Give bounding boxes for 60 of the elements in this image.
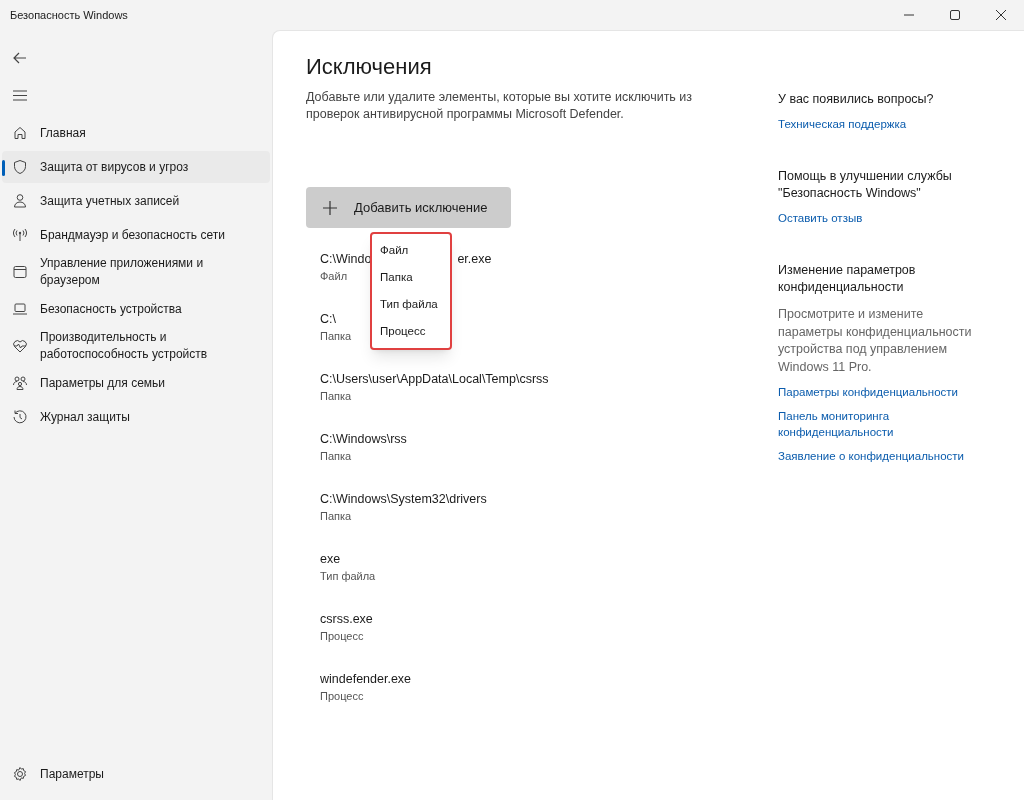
link[interactable]: Техническая поддержка <box>778 116 907 132</box>
exclusion-path: er.exe <box>457 251 492 268</box>
sidebar-item[interactable]: Управление приложениями и браузером <box>2 253 270 291</box>
settings-item[interactable]: Параметры <box>2 756 270 792</box>
exclusion-path: C:\ <box>320 311 336 328</box>
exclusion-type: Тип файла <box>320 569 376 584</box>
sidebar-item[interactable]: Защита от вирусов и угроз <box>2 151 270 183</box>
plus-icon <box>323 200 337 215</box>
link[interactable]: Параметры конфиденциальности <box>778 384 959 400</box>
exclusion-type: Папка <box>320 329 352 344</box>
exclusion-path: csrss.exe <box>320 611 373 628</box>
link[interactable]: Заявление о конфиденциальности <box>778 448 965 464</box>
exclusion-type: Процесс <box>320 629 364 644</box>
person-icon <box>12 193 28 209</box>
menu-item[interactable]: Тип файла <box>372 291 450 318</box>
heart-pulse-icon <box>12 338 28 354</box>
page-description: Добавьте или удалите элементы, которые вы хотите исключить из проверок антивирусной программы Microsoft Defender. <box>306 89 694 123</box>
section-heading: У вас появились вопросы? <box>778 91 935 108</box>
menu-item[interactable]: Файл <box>372 237 450 264</box>
window-icon <box>12 264 28 280</box>
maximize-icon <box>950 10 960 20</box>
exclusion-path: C:\Users\user\AppData\Local\Temp\csrss <box>320 371 549 388</box>
menu-item[interactable]: Процесс <box>372 318 450 345</box>
menu-item[interactable]: Папка <box>372 264 450 291</box>
shield-icon <box>12 159 28 175</box>
sidebar-item[interactable]: Безопасность устройства <box>2 293 270 325</box>
settings-icon <box>12 766 28 782</box>
exclusion-type: Папка <box>320 509 352 524</box>
sidebar-item[interactable]: Параметры для семьи <box>2 367 270 399</box>
close-icon <box>996 10 1006 20</box>
exclusion-type: Процесс <box>320 689 364 704</box>
exclusion-path: C:\Windows\System32\drivers <box>320 491 487 508</box>
link[interactable]: Оставить отзыв <box>778 210 863 226</box>
section-text: Просмотрите и измените параметры конфиденциальности устройства под управлением Windows 11 Pro. <box>778 306 973 376</box>
sidebar-item[interactable]: Журнал защиты <box>2 401 270 433</box>
antenna-icon <box>12 227 28 243</box>
sidebar-item[interactable]: Главная <box>2 117 270 149</box>
back-icon <box>13 52 27 64</box>
exclusion-type: Папка <box>320 449 352 464</box>
window-title: Безопасность Windows <box>10 7 128 23</box>
sidebar-item[interactable]: Брандмауэр и безопасность сети <box>2 219 270 251</box>
exclusion-type: Папка <box>320 389 352 404</box>
sidebar-item[interactable]: Производительность и работоспособность устройств <box>2 327 270 365</box>
selection-indicator <box>2 160 5 176</box>
link[interactable]: Панель мониторинга конфиденциальности <box>778 408 978 440</box>
laptop-icon <box>12 301 28 317</box>
history-icon <box>12 409 28 425</box>
section-heading: Изменение параметров конфиденциальности <box>778 262 917 296</box>
exclusion-path: exe <box>320 551 341 568</box>
exclusion-path: C:\Windo <box>320 251 372 268</box>
add-exclusion-button[interactable]: Добавить исключение <box>306 187 511 228</box>
exclusion-path: windefender.exe <box>320 671 412 688</box>
sidebar-item[interactable]: Защита учетных записей <box>2 185 270 217</box>
exclusion-type: Файл <box>320 269 348 284</box>
menu-icon <box>13 89 27 101</box>
exclusion-path: C:\Windows\rss <box>320 431 407 448</box>
page-title: Исключения <box>306 53 433 81</box>
people-icon <box>12 375 28 391</box>
section-heading: Помощь в улучшении службы "Безопасность Windows" <box>778 168 953 202</box>
home-icon <box>12 125 28 141</box>
